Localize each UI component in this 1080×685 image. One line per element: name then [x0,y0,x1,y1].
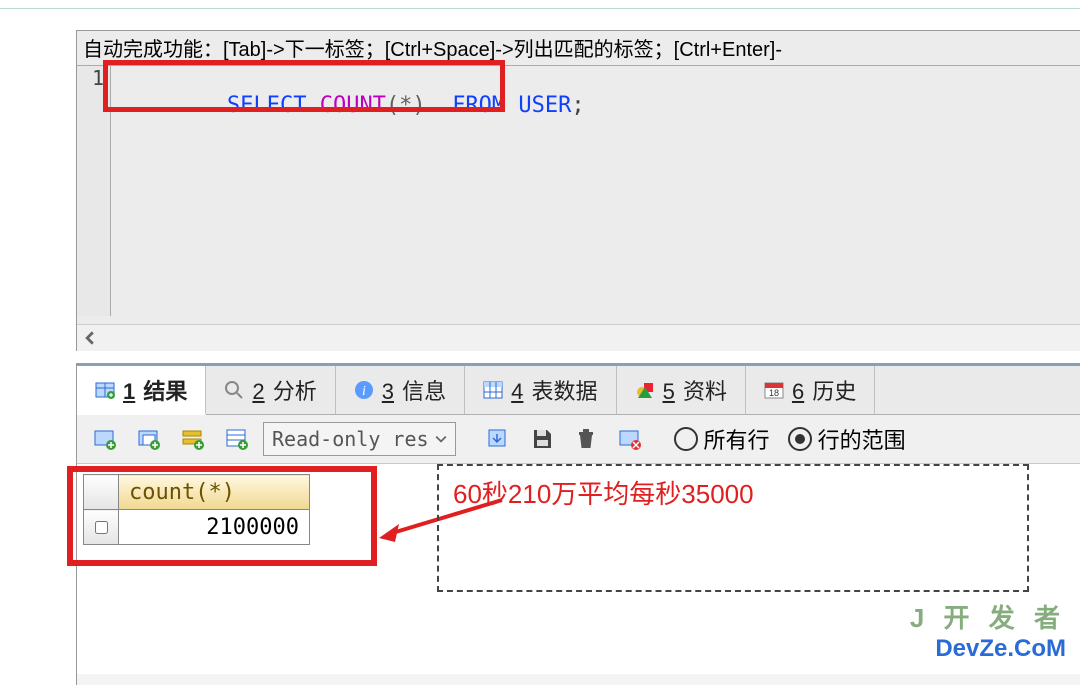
line-gutter: 1 [77,66,111,316]
code-editor[interactable]: 1 SELECT COUNT(*) FROM USER; [77,65,1080,316]
form-view-button[interactable] [219,421,255,457]
readonly-dropdown[interactable]: Read-only res [263,422,456,456]
keyword-from: FROM [452,93,505,118]
row-filter-radios: 所有行 行的范围 [674,423,906,455]
chevron-down-icon [435,433,447,445]
semicolon: ; [571,93,584,118]
tab-number: 4 [511,379,523,404]
tab-info[interactable]: i 3 信息 [336,366,465,414]
tab-number: 2 [252,379,264,404]
svg-text:18: 18 [769,388,779,398]
editor-horizontal-scrollbar[interactable] [77,324,1080,351]
keyword-select: SELECT [227,93,306,118]
table-icon [483,380,503,400]
tab-label: 表数据 [532,379,598,404]
svg-text:i: i [362,384,366,399]
gutter-line-number: 1 [77,66,104,90]
results-toolbar: Read-only res 所有行 行的范围 [77,415,1080,464]
results-grid-area: count(*) 2100000 60秒210万平均每秒35000 [77,464,1080,674]
tab-tabledata[interactable]: 4 表数据 [465,366,616,414]
results-panel: 1 结果 2 分析 i 3 信息 4 表数据 [76,363,1080,685]
row-checkbox[interactable] [95,521,108,534]
cell-count-value[interactable]: 2100000 [119,510,310,545]
count-args: (*) [386,93,426,118]
tab-label: 历史 [812,379,856,404]
tab-label: 资料 [683,379,727,404]
tab-number: 5 [663,379,675,404]
row-selector[interactable] [84,510,119,545]
tab-number: 6 [792,379,804,404]
radio-row-range[interactable]: 行的范围 [788,423,906,455]
results-tabs: 1 结果 2 分析 i 3 信息 4 表数据 [77,366,1080,415]
tab-objects[interactable]: 5 资料 [617,366,746,414]
tab-history[interactable]: 18 6 历史 [746,366,875,414]
save-button[interactable] [524,421,560,457]
top-divider [0,8,1080,9]
calendar-icon: 18 [764,380,784,400]
sql-editor-panel: 自动完成功能：[Tab]->下一标签；[Ctrl+Space]->列出匹配的标签… [76,30,1080,351]
magnifier-icon [224,380,244,400]
column-header-count[interactable]: count(*) [119,475,310,510]
export-grid-button[interactable] [480,421,516,457]
delete-row-button[interactable] [612,421,648,457]
tab-result[interactable]: 1 结果 [77,366,206,415]
insert-row-button[interactable] [175,421,211,457]
tab-label: 结果 [143,379,187,404]
info-icon: i [354,380,374,400]
add-row-button[interactable] [87,421,123,457]
results-table: count(*) 2100000 [83,474,310,545]
delete-button[interactable] [568,421,604,457]
readonly-dropdown-label: Read-only res [272,427,429,451]
keyword-user: USER [518,93,571,118]
tab-analysis[interactable]: 2 分析 [206,366,335,414]
tab-number: 1 [123,379,135,404]
grid-icon [95,380,115,400]
shapes-icon [635,380,655,400]
sql-line-1[interactable]: SELECT COUNT(*) FROM USER; [121,68,585,143]
radio-all-label: 所有行 [704,423,770,455]
tab-label: 分析 [273,379,317,404]
table-row[interactable]: 2100000 [84,510,310,545]
radio-icon [788,427,812,451]
radio-icon [674,427,698,451]
tab-label: 信息 [402,379,446,404]
corner-header[interactable] [84,475,119,510]
keyword-count: COUNT [320,93,386,118]
annotation-text: 60秒210万平均每秒35000 [453,479,754,509]
radio-range-label: 行的范围 [818,423,906,455]
autocomplete-hint: 自动完成功能：[Tab]->下一标签；[Ctrl+Space]->列出匹配的标签… [77,31,1080,65]
table-header-row: count(*) [84,475,310,510]
duplicate-row-button[interactable] [131,421,167,457]
scroll-left-icon[interactable] [77,325,103,351]
radio-all-rows[interactable]: 所有行 [674,423,770,455]
tab-number: 3 [382,379,394,404]
annotation-text-box: 60秒210万平均每秒35000 [437,464,1029,592]
